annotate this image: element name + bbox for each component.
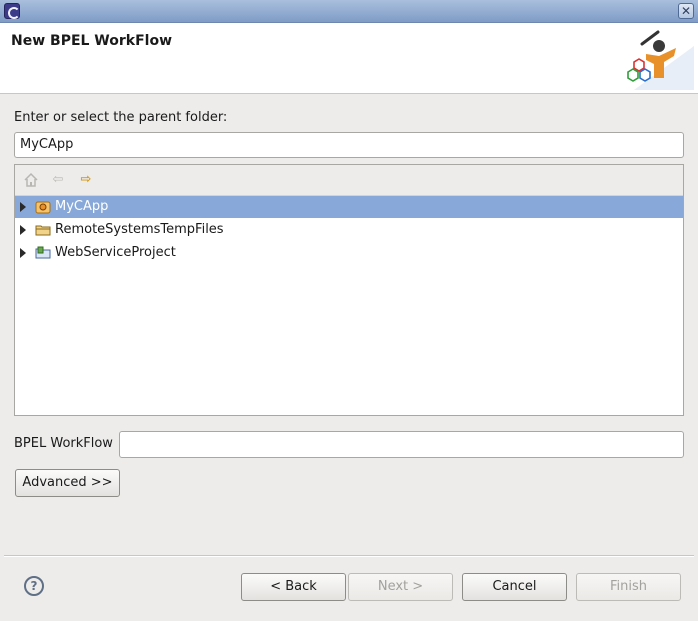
expand-arrow-icon[interactable] (20, 248, 26, 258)
eclipse-icon (4, 3, 20, 19)
folder-tree-panel: ⇦ ⇨ MyCApp RemoteSystemsTempFiles WebSer… (14, 164, 684, 416)
next-button[interactable]: Next > (348, 573, 453, 601)
tree-item-mycapp[interactable]: MyCApp (15, 196, 683, 218)
tree-toolbar: ⇦ ⇨ (15, 165, 683, 196)
tree-item-label: RemoteSystemsTempFiles (55, 222, 224, 237)
parent-folder-input[interactable]: MyCApp (14, 132, 684, 158)
workflow-name-label: BPEL WorkFlow (14, 436, 113, 451)
cancel-button[interactable]: Cancel (462, 573, 567, 601)
tree-item-label: MyCApp (55, 199, 109, 214)
folder-icon (35, 225, 51, 236)
workflow-name-input[interactable] (119, 431, 684, 458)
wizard-header: New BPEL WorkFlow (0, 23, 698, 94)
title-bar: ✕ (0, 0, 698, 23)
tree-item-label: WebServiceProject (55, 245, 176, 260)
expand-arrow-icon[interactable] (20, 202, 26, 212)
bottom-separator (4, 555, 694, 557)
close-button[interactable]: ✕ (678, 3, 694, 19)
back-arrow-icon[interactable]: ⇦ (50, 172, 66, 188)
expand-arrow-icon[interactable] (20, 225, 26, 235)
parent-folder-label: Enter or select the parent folder: (14, 110, 228, 125)
bpel-wizard-banner-icon (627, 30, 694, 90)
page-title: New BPEL WorkFlow (11, 33, 172, 49)
back-button[interactable]: < Back (241, 573, 346, 601)
forward-arrow-icon[interactable]: ⇨ (78, 172, 94, 188)
help-icon[interactable]: ? (24, 576, 44, 596)
advanced-button[interactable]: Advanced >> (15, 469, 120, 497)
finish-button[interactable]: Finish (576, 573, 681, 601)
tree-item-webserviceproject[interactable]: WebServiceProject (15, 242, 683, 264)
java-project-icon (35, 246, 51, 259)
project-icon (35, 201, 51, 214)
tree-item-remotesystemstempfiles[interactable]: RemoteSystemsTempFiles (15, 219, 683, 241)
home-icon[interactable] (23, 172, 39, 188)
